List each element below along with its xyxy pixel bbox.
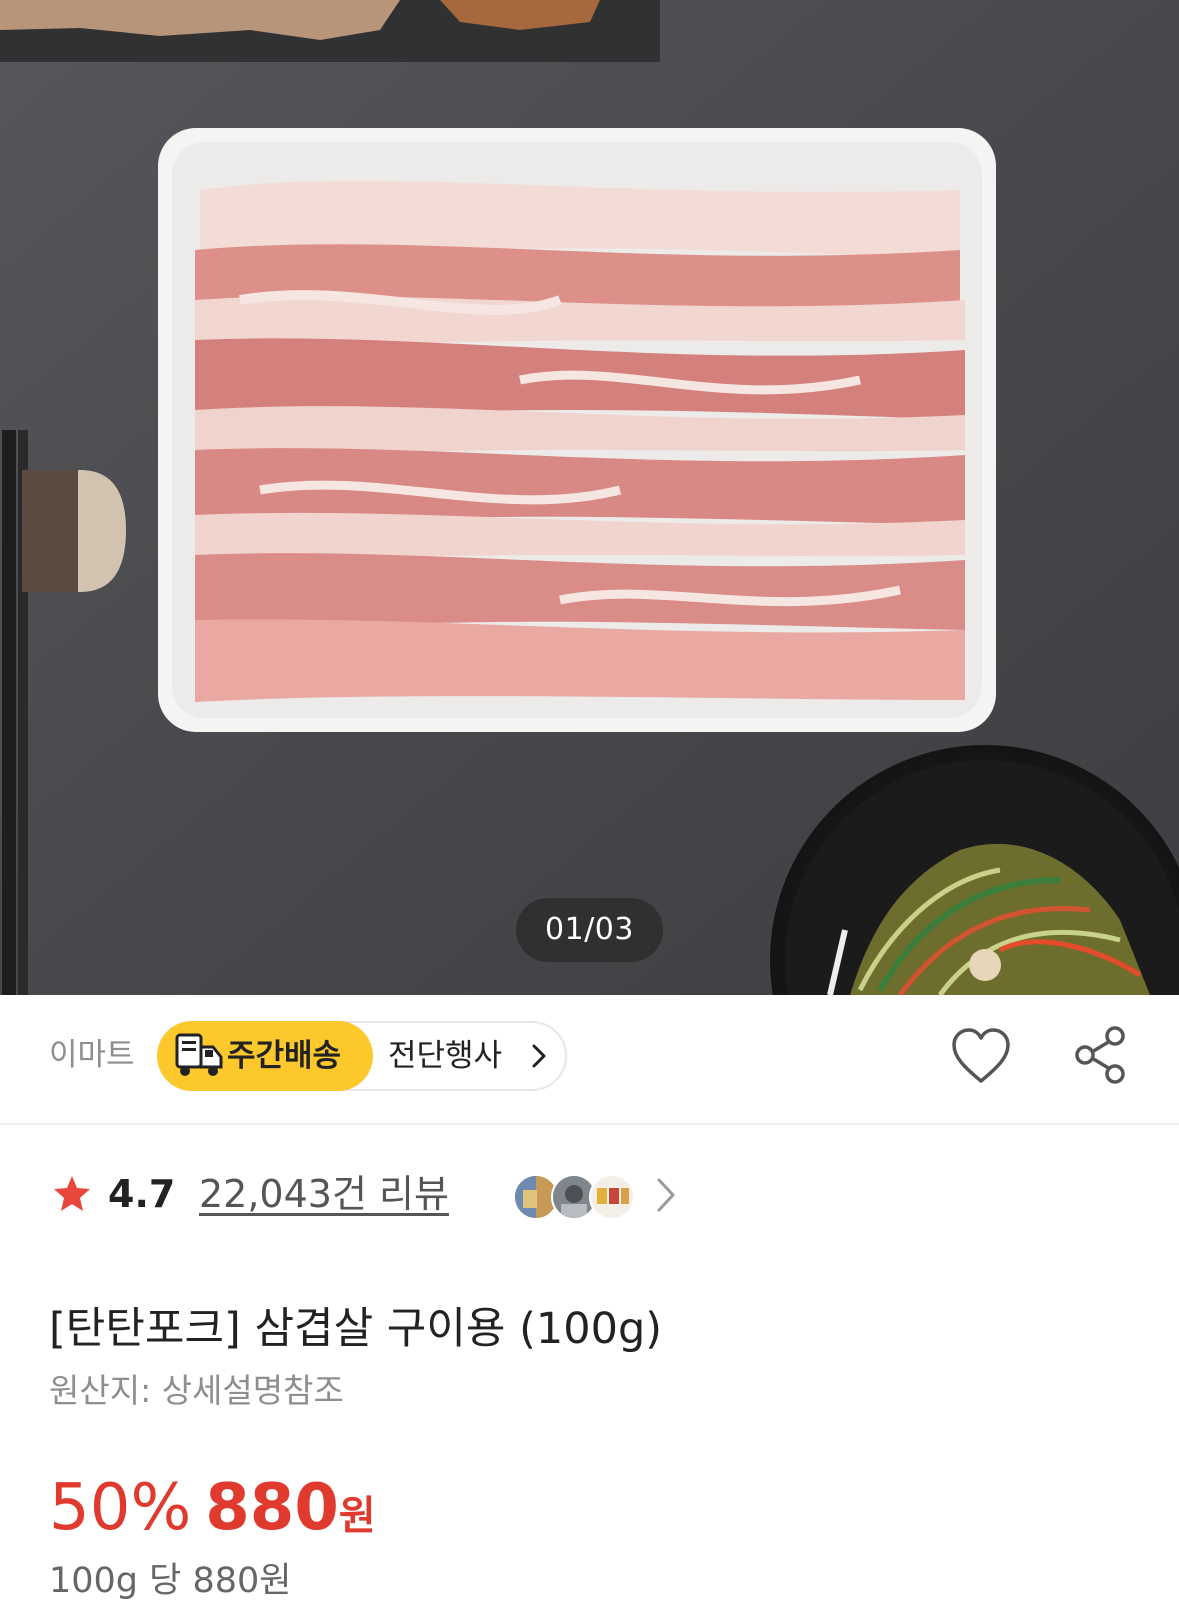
product-origin: 원산지: 상세설명참조 bbox=[49, 1371, 344, 1410]
store-name[interactable]: 이마트 bbox=[49, 1035, 135, 1075]
weekly-delivery-badge[interactable]: 주간배송 bbox=[157, 1021, 373, 1091]
discount-rate: 50% bbox=[49, 1471, 192, 1545]
delivery-truck-icon bbox=[175, 1033, 223, 1076]
price-row: 50% 880원 bbox=[49, 1468, 376, 1548]
review-photo-thumbnails[interactable] bbox=[513, 1174, 643, 1220]
unit-price: 100g 당 880원 bbox=[49, 1561, 292, 1601]
carousel-page-counter: 01/03 bbox=[516, 898, 663, 962]
product-image-carousel[interactable]: 01/03 bbox=[0, 0, 1179, 995]
rating-row: 4.7 22,043건 리뷰 bbox=[0, 1160, 1179, 1232]
heart-icon[interactable] bbox=[950, 1027, 1012, 1085]
product-title: [탄탄포크] 삼겹살 구이용 (100g) bbox=[49, 1304, 663, 1354]
flyer-event-link[interactable]: 전단행사 bbox=[388, 1023, 502, 1089]
price-currency: 원 bbox=[338, 1493, 376, 1539]
product-photo bbox=[0, 0, 1179, 995]
chevron-right-icon bbox=[532, 1044, 546, 1068]
share-icon[interactable] bbox=[1073, 1025, 1129, 1085]
store-delivery-row: 이마트 주간배송 전단행사 bbox=[0, 995, 1179, 1125]
star-icon bbox=[54, 1176, 90, 1211]
review-thumbnail bbox=[589, 1174, 635, 1220]
chevron-right-icon[interactable] bbox=[655, 1176, 677, 1214]
sale-price: 880 bbox=[205, 1471, 339, 1545]
review-count-link[interactable]: 22,043건 리뷰 bbox=[199, 1168, 449, 1220]
delivery-flyer-chip[interactable]: 주간배송 전단행사 bbox=[157, 1021, 567, 1091]
rating-score: 4.7 bbox=[108, 1172, 176, 1216]
weekly-delivery-label: 주간배송 bbox=[227, 1038, 342, 1074]
